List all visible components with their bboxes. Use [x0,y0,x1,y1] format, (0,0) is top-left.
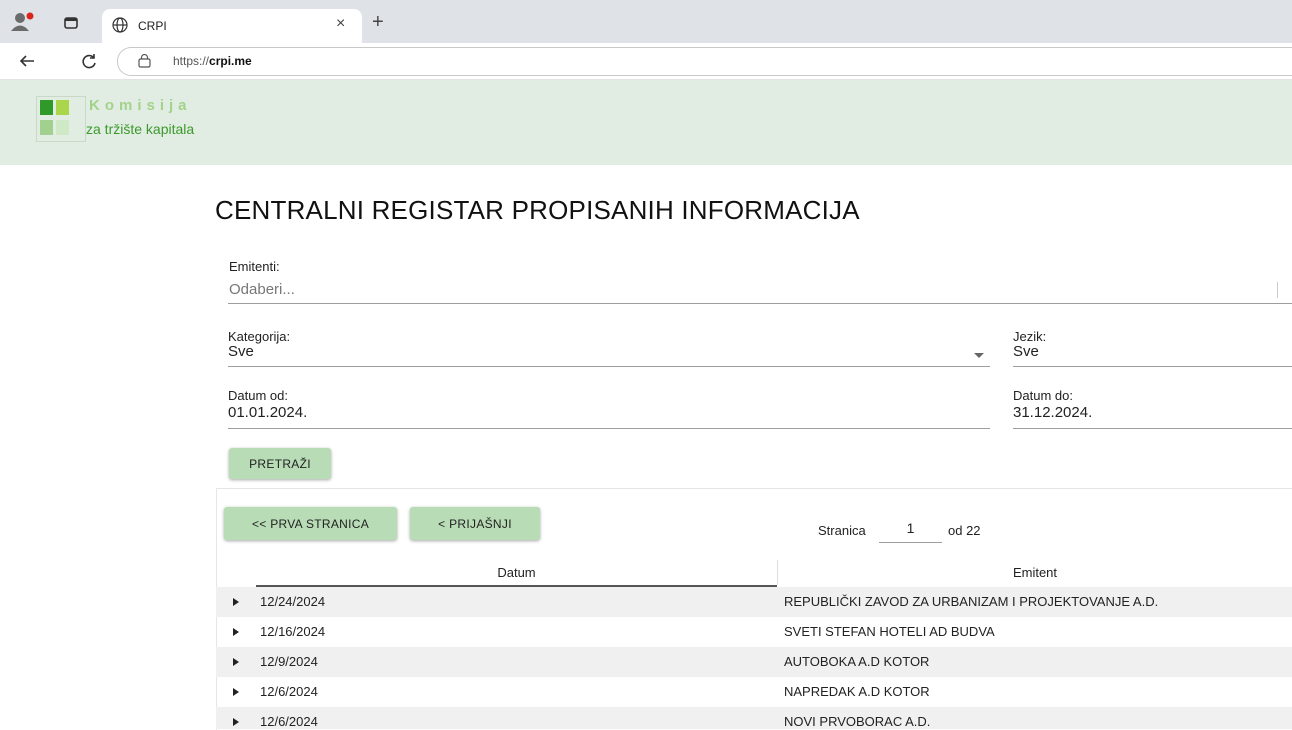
datum-od-label: Datum od: [228,388,288,403]
cell-datum: 12/6/2024 [260,714,318,729]
logo-frame [36,96,86,142]
active-tab[interactable]: CRPI × [102,9,362,43]
emitenti-underline [228,303,1292,304]
cell-emitent: NAPREDAK A.D KOTOR [784,684,930,699]
page-number-input[interactable]: 1 [879,520,942,543]
datum-do-label: Datum do: [1013,388,1073,403]
datum-do-input[interactable]: 31.12.2024. [1013,404,1092,421]
jezik-select[interactable]: Sve [1013,343,1039,360]
new-tab-button[interactable]: + [372,11,384,34]
datum-od-underline [228,428,990,429]
browser-toolbar: https://crpi.me [0,43,1292,80]
table-row[interactable]: 12/6/2024 NAPREDAK A.D KOTOR [216,677,1292,707]
first-page-button[interactable]: << PRVA STRANICA [224,507,397,540]
column-header-datum[interactable]: Datum [256,560,777,587]
globe-icon [112,17,128,33]
tab-actions-icon[interactable] [64,17,78,29]
chevron-down-icon[interactable] [974,353,984,358]
cell-datum: 12/24/2024 [260,594,326,609]
table-row[interactable]: 12/6/2024 NOVI PRVOBORAC A.D. [216,707,1292,729]
kategorija-underline [228,366,990,367]
cell-datum: 12/6/2024 [260,684,318,699]
cell-emitent: NOVI PRVOBORAC A.D. [784,714,931,729]
datum-do-underline [1013,428,1292,429]
datum-od-input[interactable]: 01.01.2024. [228,404,307,421]
kategorija-label: Kategorija: [228,329,291,344]
emitenti-label: Emitenti: [229,259,280,274]
profile-icon[interactable] [10,12,34,32]
triangle-expand-icon[interactable] [233,718,239,726]
prev-page-button[interactable]: < PRIJAŠNJI [410,507,540,540]
emitenti-select[interactable]: Odaberi... [229,281,295,298]
jezik-underline [1013,366,1292,367]
site-header: Komisija za tržište kapitala [0,80,1292,165]
back-icon[interactable] [18,52,36,70]
emitenti-separator [1277,282,1278,298]
cell-emitent: AUTOBOKA A.D KOTOR [784,654,930,669]
triangle-expand-icon[interactable] [233,688,239,696]
tab-close-button[interactable]: × [336,15,345,33]
site-info-icon[interactable] [138,54,151,68]
page-label: Stranica [818,523,866,538]
logo-line2: za tržište kapitala [86,121,195,137]
triangle-expand-icon[interactable] [233,598,239,606]
table-row[interactable]: 12/16/2024 SVETI STEFAN HOTELI AD BUDVA [216,617,1292,647]
table-row[interactable]: 12/24/2024 REPUBLIČKI ZAVOD ZA URBANIZAM… [216,587,1292,617]
tab-title: CRPI [138,19,167,33]
triangle-expand-icon[interactable] [233,658,239,666]
table-row[interactable]: 12/9/2024 AUTOBOKA A.D KOTOR [216,647,1292,677]
column-header-emitent[interactable]: Emitent [778,560,1292,585]
cell-emitent: SVETI STEFAN HOTELI AD BUDVA [784,624,995,639]
kategorija-select[interactable]: Sve [228,343,254,360]
page-title: CENTRALNI REGISTAR PROPISANIH INFORMACIJ… [215,195,860,225]
address-bar[interactable]: https://crpi.me [117,47,1292,76]
page-total: od 22 [948,523,981,538]
cell-datum: 12/16/2024 [260,624,326,639]
cell-datum: 12/9/2024 [260,654,318,669]
url-text: https://crpi.me [173,54,252,68]
reload-icon[interactable] [80,52,98,70]
browser-tabstrip: CRPI × + [0,0,1292,43]
cell-emitent: REPUBLIČKI ZAVOD ZA URBANIZAM I PROJEKTO… [784,594,1159,609]
triangle-expand-icon[interactable] [233,628,239,636]
logo-line1: Komisija [89,97,192,114]
jezik-label: Jezik: [1013,329,1047,344]
search-button[interactable]: PRETRAŽI [229,448,331,479]
